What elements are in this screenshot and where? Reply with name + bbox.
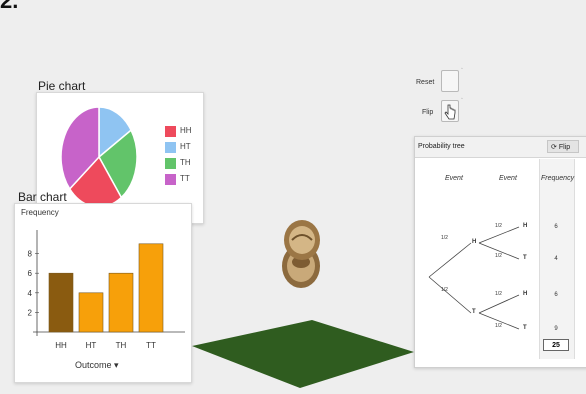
tree-header: Probability tree ⟳ Flip — [415, 137, 586, 158]
freq-ht: 4 — [554, 256, 558, 262]
branch-t — [428, 276, 472, 314]
flip-indicator: ◦ — [461, 96, 463, 102]
x-tick-label: HH — [55, 341, 67, 350]
tree-title: Probability tree — [418, 143, 465, 150]
flip-icon: ⟳ — [551, 144, 557, 151]
node-ht: T — [523, 255, 527, 261]
legend-label-ht: HT — [180, 142, 191, 151]
bar-chart: 2 4 6 8 HH HT TH TT — [28, 230, 185, 350]
x-tick-label: HT — [86, 341, 97, 350]
node-hh: H — [523, 223, 528, 229]
hand-cursor-icon — [444, 104, 456, 120]
prob-hh: 1/2 — [495, 223, 502, 229]
ground-surface — [192, 320, 414, 388]
legend-item-th: TH — [165, 155, 192, 171]
y-tick-label: 2 — [28, 308, 33, 317]
branch-h — [428, 242, 472, 278]
legend-label-th: TH — [180, 158, 191, 167]
branch-hh — [478, 226, 520, 244]
legend-label-hh: HH — [180, 126, 192, 135]
legend-swatch-tt — [165, 173, 176, 185]
flip-button[interactable] — [441, 100, 459, 122]
frequency-total: 25 — [543, 339, 569, 351]
bar-hh — [48, 272, 74, 333]
prob-tt: 1/2 — [495, 323, 502, 329]
bar-tt — [138, 243, 164, 333]
x-tick-label: TH — [116, 341, 127, 350]
node-tt: T — [523, 325, 527, 331]
bar-ht — [78, 292, 104, 333]
node-t: T — [472, 309, 476, 315]
pie-chart — [60, 106, 138, 205]
bar-chart-title: Bar chart — [18, 190, 67, 204]
legend-swatch-th — [165, 157, 176, 169]
legend-swatch-hh — [165, 125, 176, 137]
coin-icon[interactable] — [275, 210, 327, 302]
y-tick-label: 8 — [28, 250, 33, 259]
simulation-stage: 2. Pie chart HH HT TH TT Bar chart Frequ… — [0, 0, 586, 394]
freq-hh: 6 — [554, 224, 558, 230]
pie-legend: HH HT TH TT — [165, 123, 192, 187]
reset-indicator: ◦ — [461, 66, 463, 72]
prob-th: 1/2 — [495, 291, 502, 297]
probability-tree-panel[interactable]: Probability tree ⟳ Flip Event Event Freq… — [414, 136, 586, 368]
node-th: H — [523, 291, 528, 297]
freq-th: 6 — [554, 292, 558, 298]
bar-th — [108, 272, 134, 333]
legend-item-tt: TT — [165, 171, 192, 187]
legend-item-hh: HH — [165, 123, 192, 139]
legend-swatch-ht — [165, 141, 176, 153]
prob-t: 1/2 — [441, 287, 448, 293]
reset-button[interactable] — [441, 70, 459, 92]
flip-label: Flip — [422, 109, 434, 116]
pie-chart-title: Pie chart — [38, 79, 86, 93]
x-tick-label: TT — [146, 341, 156, 350]
branch-th — [478, 294, 520, 314]
legend-label-tt: TT — [180, 174, 190, 183]
legend-item-ht: HT — [165, 139, 192, 155]
prob-h: 1/2 — [441, 235, 448, 241]
y-tick-label: 6 — [28, 269, 33, 278]
y-tick-label: 4 — [28, 289, 33, 298]
freq-tt: 9 — [554, 326, 558, 332]
flip-tab-label: Flip — [558, 144, 571, 151]
reset-label: Reset — [416, 79, 435, 86]
outcome-dropdown[interactable]: Outcome ▾ — [75, 360, 119, 371]
node-h: H — [472, 239, 477, 245]
prob-ht: 1/2 — [495, 253, 502, 259]
flip-tab[interactable]: ⟳ Flip — [547, 140, 579, 153]
bar-chart-panel[interactable]: Frequency 2 4 6 8 HH HT TH TT Outcome ▾ — [14, 203, 192, 383]
